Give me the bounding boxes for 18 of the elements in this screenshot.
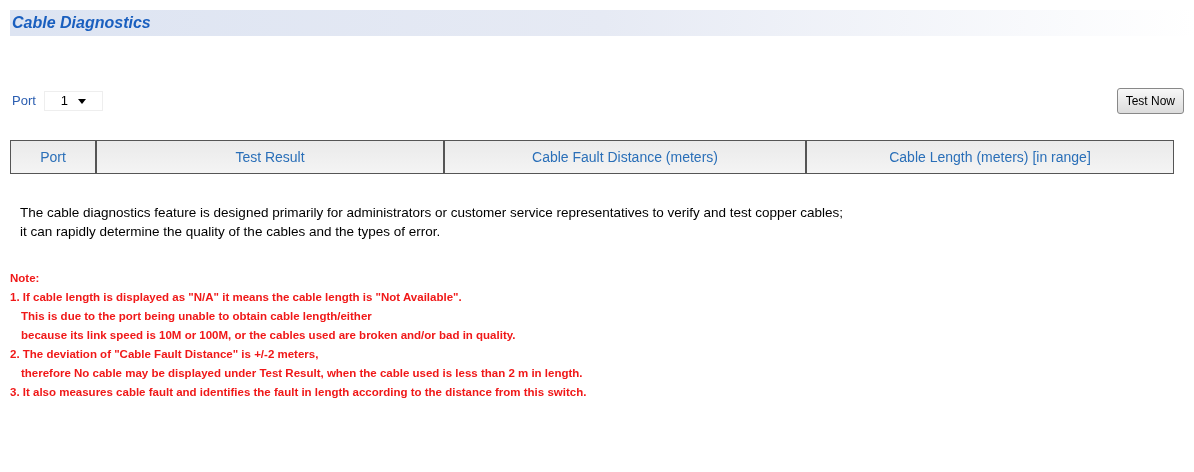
note-text: 3. It also measures cable fault and identifies the fault in length according to the distance from this switch. — [10, 385, 588, 400]
note-text: 2. The deviation of "Cable Fault Distance" is +/-2 meters, — [10, 347, 320, 362]
note-text: This is due to the port being unable to obtain cable length/either — [20, 309, 373, 324]
column-header: Cable Length (meters) [in range] — [805, 141, 1173, 173]
port-label: Port — [12, 92, 36, 111]
port-dropdown[interactable]: 1 — [43, 91, 104, 111]
note-text: because its link speed is 10M or 100M, or the cables used are broken and/or bad in quality. — [20, 328, 517, 343]
caret-icon — [78, 98, 87, 104]
column-header: Cable Fault Distance (meters) — [443, 141, 805, 173]
description-text: The cable diagnostics feature is designed primarily for administrators or customer service representatives to verify and test copper cables; — [20, 204, 845, 222]
note-text: therefore No cable may be displayed under Test Result, when the cable used is less than 2 m in length. — [20, 366, 584, 381]
note-text: 1. If cable length is displayed as "N/A" it means the cable length is "Not Available". — [10, 290, 463, 305]
note-heading: Note: — [10, 271, 41, 286]
test-now-button[interactable]: Test Now — [1116, 88, 1184, 114]
column-header: Test Result — [95, 141, 443, 173]
column-header: Port — [11, 141, 95, 173]
page-title: Cable Diagnostics — [12, 13, 151, 33]
description-text: it can rapidly determine the quality of the cables and the types of error. — [20, 223, 442, 241]
